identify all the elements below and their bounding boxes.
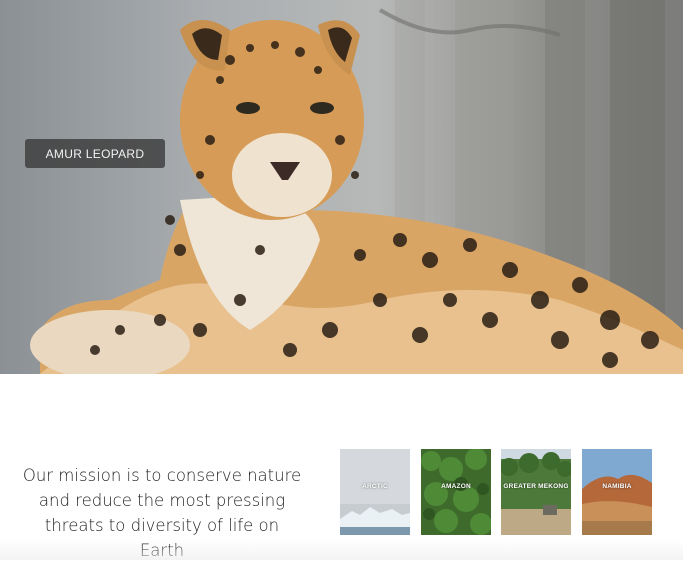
hero-banner: AMUR LEOPARD [0,0,683,374]
place-tile-greater-mekong[interactable]: GREATER MEKONG [501,449,571,535]
place-tile-namibia[interactable]: NAMIBIA [582,449,652,535]
amazon-image [421,449,491,535]
place-tile-label: NAMIBIA [602,483,632,490]
place-tile-amazon[interactable]: AMAZON [421,449,491,535]
arctic-image [340,449,410,535]
place-tile-label: ARCTIC [362,483,388,490]
bottom-fade [0,540,683,560]
place-tile-arctic[interactable]: ARCTIC [340,449,410,535]
place-tile-label: AMAZON [441,483,471,490]
leopard-photo [30,0,683,374]
greater-mekong-image [501,449,571,535]
namibia-image [582,449,652,535]
place-tile-label: GREATER MEKONG [503,483,569,490]
hero-caption-badge[interactable]: AMUR LEOPARD [25,139,165,168]
